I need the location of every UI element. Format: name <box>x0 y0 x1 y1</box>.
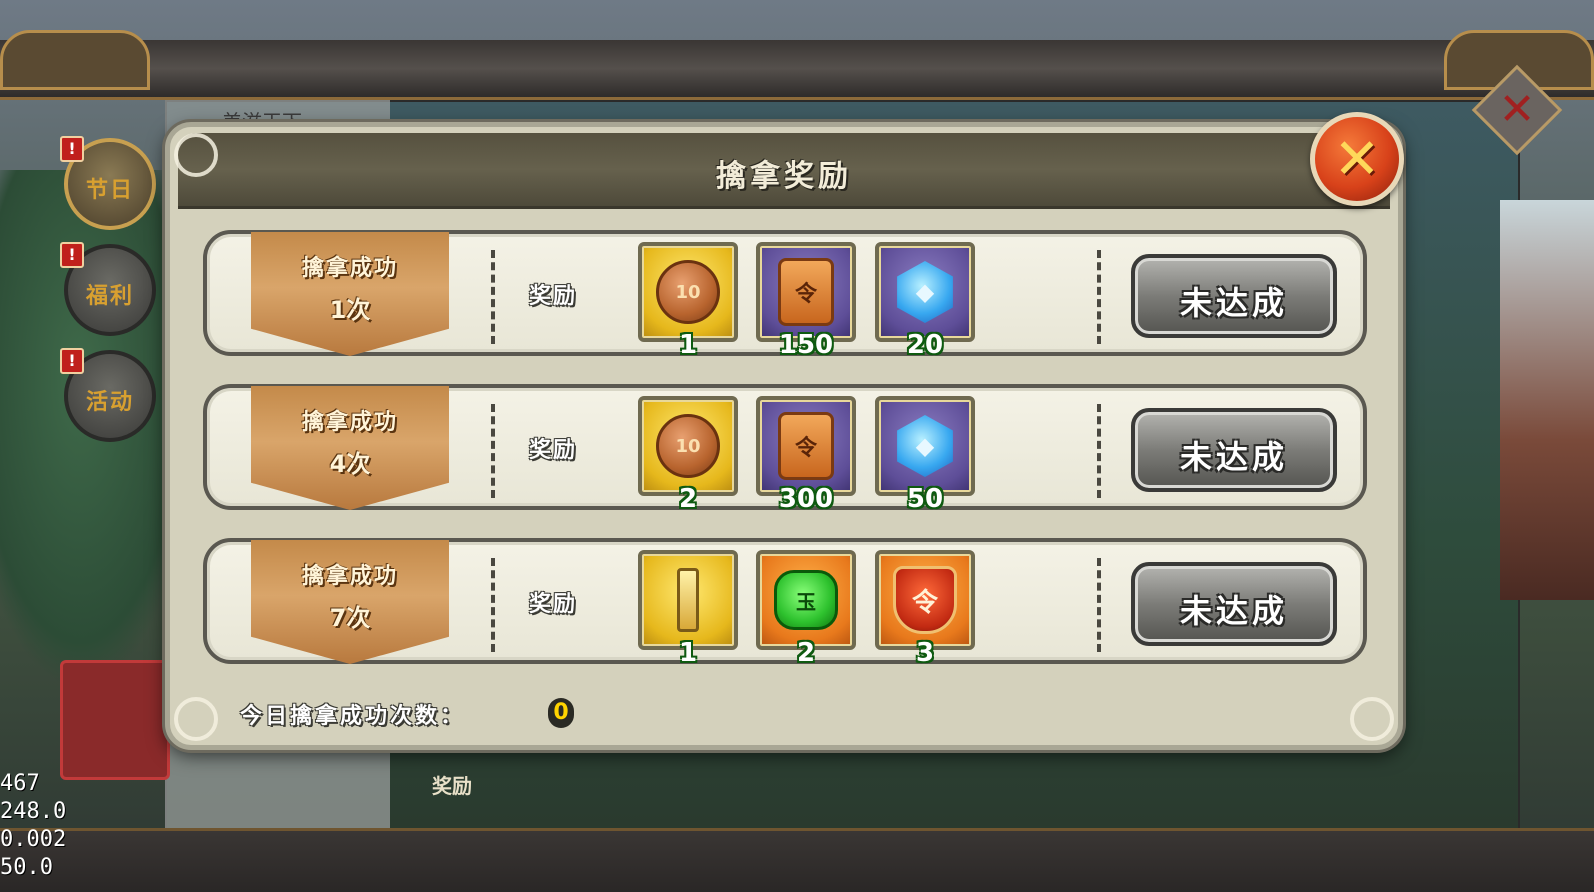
dashed-divider <box>1097 404 1101 498</box>
background-bottom-frame <box>0 828 1594 892</box>
reward-item[interactable]: 令 300 <box>756 396 856 514</box>
reward-item[interactable]: 1 <box>638 550 738 668</box>
reward-item[interactable]: 令 3 <box>875 550 975 668</box>
golden-scroll-icon <box>677 568 699 632</box>
item-quantity: 3 <box>915 638 935 668</box>
item-quantity: 150 <box>778 330 834 360</box>
red-badge-icon: 令 <box>893 566 957 634</box>
status-button-not-achieved[interactable]: 未达成 <box>1131 254 1337 338</box>
side-tab-label: 福利 <box>85 284 134 309</box>
reward-label: 奖励 <box>529 438 578 463</box>
blue-crystal-icon: ◆ <box>897 415 953 477</box>
background-reward-label: 奖励 <box>432 774 472 798</box>
daily-capture-count-value: 0 <box>548 698 574 728</box>
token-pendant-icon: 令 <box>778 258 834 326</box>
token-pendant-icon: 令 <box>778 412 834 480</box>
tier-ribbon: 擒拿成功 1次 <box>251 232 449 356</box>
reward-item[interactable]: 10 1 <box>638 242 738 360</box>
debug-stats-overlay: 467 248.0 0.002 50.0 <box>0 770 150 882</box>
side-tab-label: 节日 <box>85 178 134 203</box>
snowy-building-decoration <box>1500 200 1594 600</box>
x-icon: ✕ <box>1333 127 1381 192</box>
blue-crystal-icon: ◆ <box>897 261 953 323</box>
dashed-divider <box>491 558 495 652</box>
item-quantity: 20 <box>906 330 944 360</box>
status-label: 未达成 <box>1179 284 1288 322</box>
status-button-not-achieved[interactable]: 未达成 <box>1131 562 1337 646</box>
item-quantity: 2 <box>796 638 816 668</box>
reward-row-3: 擒拿成功 7次 奖励 1 玉 2 令 3 未达成 <box>203 538 1367 668</box>
dialog-title: 擒拿奖励 <box>716 159 852 194</box>
tier-title: 擒拿成功 <box>301 256 398 281</box>
dashed-divider <box>491 404 495 498</box>
side-tab-label: 活动 <box>85 390 134 415</box>
reward-item[interactable]: ◆ 50 <box>875 396 975 514</box>
green-jade-icon: 玉 <box>774 570 838 630</box>
copper-coin-icon: 10 <box>656 260 720 324</box>
corner-ornament-icon <box>174 697 218 741</box>
dashed-divider <box>1097 250 1101 344</box>
tier-count: 4次 <box>329 450 371 478</box>
close-button[interactable]: ✕ <box>1310 112 1404 206</box>
background-top-frame <box>0 30 1594 100</box>
debug-stat-line: 248.0 <box>0 799 67 824</box>
item-quantity: 1 <box>678 638 698 668</box>
dashed-divider <box>491 250 495 344</box>
tier-count: 1次 <box>329 296 371 324</box>
frame-ornament-left <box>0 30 150 90</box>
debug-stat-line: 0.002 <box>0 827 67 852</box>
status-label: 未达成 <box>1179 438 1288 476</box>
copper-coin-icon: 10 <box>656 414 720 478</box>
debug-stat-line: 50.0 <box>0 855 53 880</box>
tier-ribbon: 擒拿成功 4次 <box>251 386 449 510</box>
side-tab-festival[interactable]: ! 节日 <box>60 136 156 230</box>
dialog-header: 擒拿奖励 <box>178 133 1390 209</box>
tier-title: 擒拿成功 <box>301 564 398 589</box>
tier-ribbon: 擒拿成功 7次 <box>251 540 449 664</box>
alert-badge-icon: ! <box>60 136 84 162</box>
item-quantity: 300 <box>778 484 834 514</box>
side-tab-welfare[interactable]: ! 福利 <box>60 242 156 336</box>
side-tab-events[interactable]: ! 活动 <box>60 348 156 442</box>
reward-row-1: 擒拿成功 1次 奖励 10 1 令 150 ◆ 20 未达成 <box>203 230 1367 360</box>
reward-label: 奖励 <box>529 592 578 617</box>
x-icon: ✕ <box>1498 84 1536 135</box>
debug-stat-line: 467 <box>0 771 40 796</box>
reward-item[interactable]: 玉 2 <box>756 550 856 668</box>
reward-label: 奖励 <box>529 284 578 309</box>
dashed-divider <box>1097 558 1101 652</box>
status-button-not-achieved[interactable]: 未达成 <box>1131 408 1337 492</box>
tier-count: 7次 <box>329 604 371 632</box>
corner-ornament-icon <box>174 133 218 177</box>
reward-item[interactable]: ◆ 20 <box>875 242 975 360</box>
reward-item[interactable]: 10 2 <box>638 396 738 514</box>
alert-badge-icon: ! <box>60 348 84 374</box>
reward-row-2: 擒拿成功 4次 奖励 10 2 令 300 ◆ 50 未达成 <box>203 384 1367 514</box>
alert-badge-icon: ! <box>60 242 84 268</box>
tier-title: 擒拿成功 <box>301 410 398 435</box>
corner-ornament-icon <box>1350 697 1394 741</box>
reward-item[interactable]: 令 150 <box>756 242 856 360</box>
item-quantity: 2 <box>678 484 698 514</box>
status-label: 未达成 <box>1179 592 1288 630</box>
gift-box-decoration <box>60 660 170 780</box>
daily-capture-count-label: 今日擒拿成功次数： <box>240 704 466 729</box>
item-quantity: 50 <box>906 484 944 514</box>
item-quantity: 1 <box>678 330 698 360</box>
